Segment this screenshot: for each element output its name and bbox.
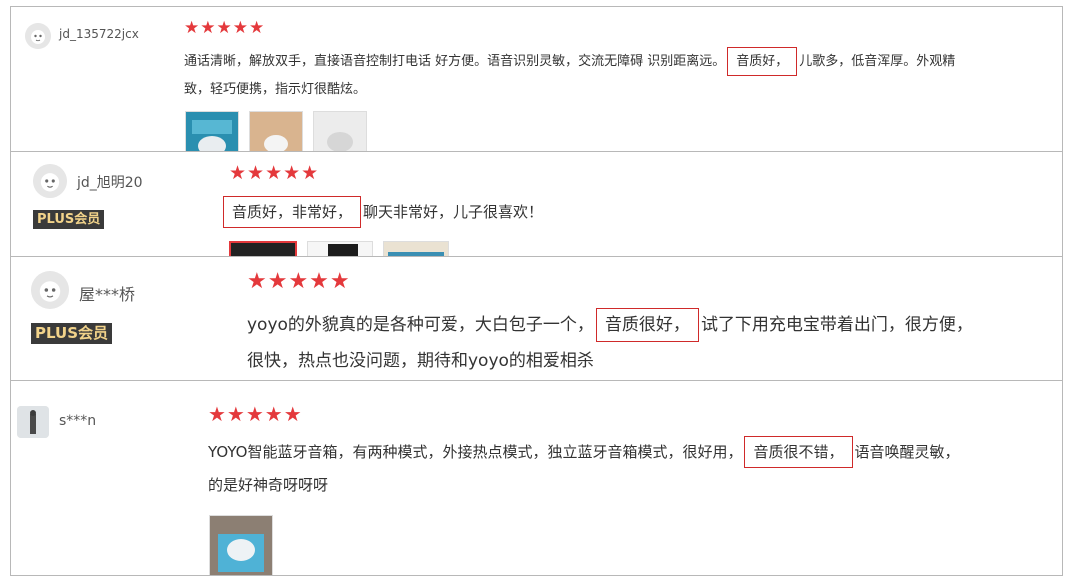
review-text-line1: yoyo的外貌真的是各种可爱，大白包子一个， 音质很好， 试了下用充电宝带着出门，很… bbox=[247, 308, 973, 342]
review-text: 语音唤醒灵敏， bbox=[854, 443, 960, 461]
review-text-line2: 很快，热点也没问题，期待和yoyo的相爱相杀 bbox=[247, 351, 594, 371]
default-avatar-icon bbox=[31, 271, 69, 309]
review-card: 屋***桥 PLUS会员 ★★★★★ yoyo的外貌真的是各种可爱，大白包子一个… bbox=[10, 256, 1063, 381]
review-text: YOYO智能蓝牙音箱，有两种模式，外接热点模式，独立蓝牙音箱模式，很好用， bbox=[208, 443, 743, 461]
review-photos bbox=[209, 515, 283, 575]
rating-stars: ★★★★★ bbox=[184, 18, 266, 38]
user-avatar[interactable] bbox=[25, 23, 51, 49]
username[interactable]: jd_135722jcx bbox=[59, 27, 139, 41]
review-photos bbox=[229, 241, 459, 256]
review-photo-thumbnail[interactable] bbox=[229, 241, 297, 256]
rating-stars: ★★★★★ bbox=[229, 162, 320, 184]
review-text-line1: YOYO智能蓝牙音箱，有两种模式，外接热点模式，独立蓝牙音箱模式，很好用， 音质很… bbox=[208, 436, 960, 468]
user-avatar[interactable] bbox=[17, 406, 49, 438]
default-avatar-icon bbox=[33, 164, 67, 198]
rating-stars: ★★★★★ bbox=[208, 402, 303, 426]
review-photo-thumbnail[interactable] bbox=[307, 241, 373, 256]
username[interactable]: s***n bbox=[59, 413, 96, 429]
review-card: jd_135722jcx ★★★★★ 通话清晰，解放双手，直接语音控制打电话 好… bbox=[10, 6, 1063, 152]
review-card: s***n ★★★★★ YOYO智能蓝牙音箱，有两种模式，外接热点模式，独立蓝牙… bbox=[10, 380, 1063, 576]
user-avatar[interactable] bbox=[33, 164, 67, 198]
review-photo-thumbnail[interactable] bbox=[249, 111, 303, 151]
review-text: yoyo的外貌真的是各种可爱，大白包子一个， bbox=[247, 315, 594, 335]
review-photo-thumbnail[interactable] bbox=[209, 515, 273, 575]
review-text: 通话清晰，解放双手，直接语音控制打电话 好方便。语音识别灵敏，交流无障碍 识别距… bbox=[184, 54, 726, 69]
default-avatar-icon bbox=[25, 23, 51, 49]
review-text-line1: 音质好，非常好， 聊天非常好，儿子很喜欢！ bbox=[221, 196, 544, 228]
user-photo-avatar-icon bbox=[17, 406, 49, 438]
review-text: 聊天非常好，儿子很喜欢！ bbox=[363, 203, 544, 221]
review-photo-thumbnail[interactable] bbox=[383, 241, 449, 256]
review-text-line2: 致，轻巧便携，指示灯很酷炫。 bbox=[184, 82, 367, 97]
review-photos bbox=[185, 111, 377, 151]
highlighted-phrase: 音质好， bbox=[727, 47, 798, 76]
highlighted-phrase: 音质好，非常好， bbox=[223, 196, 362, 228]
username[interactable]: jd_旭明20 bbox=[77, 172, 143, 192]
plus-member-badge: PLUS会员 bbox=[31, 323, 113, 344]
plus-member-badge: PLUS会员 bbox=[33, 210, 105, 229]
review-text: 儿歌多，低音浑厚。外观精 bbox=[799, 54, 956, 69]
username[interactable]: 屋***桥 bbox=[79, 281, 135, 305]
user-avatar[interactable] bbox=[31, 271, 69, 309]
review-photo-thumbnail[interactable] bbox=[185, 111, 239, 151]
review-card: jd_旭明20 PLUS会员 ★★★★★ 音质好，非常好， 聊天非常好，儿子很喜欢… bbox=[10, 151, 1063, 257]
rating-stars: ★★★★★ bbox=[247, 269, 351, 294]
review-text-line2: 的是好神奇呀呀呀 bbox=[208, 476, 329, 494]
review-text: 试了下用充电宝带着出门，很方便， bbox=[700, 315, 973, 335]
highlighted-phrase: 音质很不错， bbox=[744, 436, 853, 468]
review-photo-thumbnail[interactable] bbox=[313, 111, 367, 151]
review-text-line1: 通话清晰，解放双手，直接语音控制打电话 好方便。语音识别灵敏，交流无障碍 识别距… bbox=[184, 47, 956, 76]
highlighted-phrase: 音质很好， bbox=[595, 308, 699, 342]
